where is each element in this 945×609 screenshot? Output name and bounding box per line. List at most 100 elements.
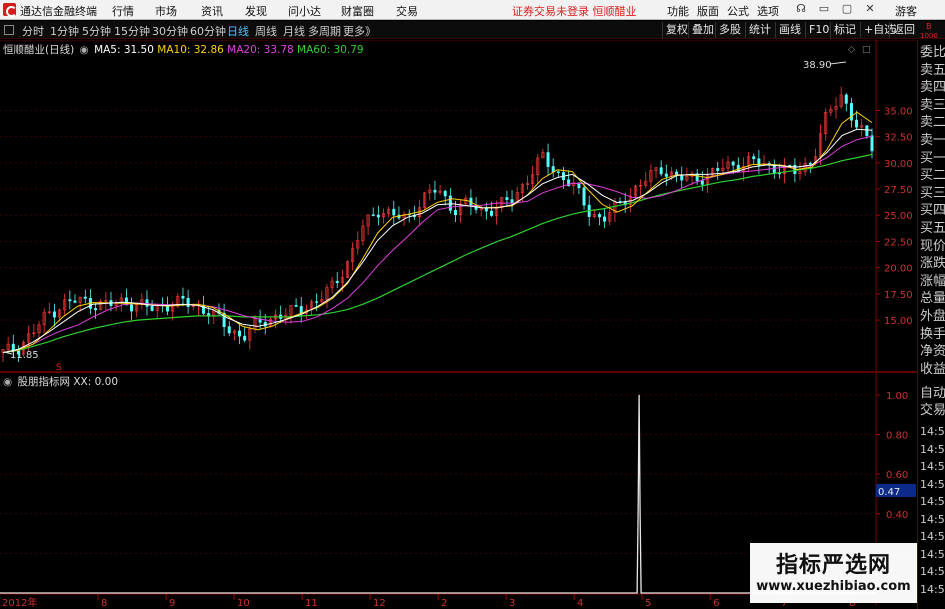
- candle-body: [294, 305, 298, 307]
- main-ytick-label: 17.50: [884, 290, 913, 301]
- main-ytick-label: 15.00: [884, 316, 913, 327]
- candle-body: [376, 214, 380, 218]
- user-label[interactable]: 游客: [895, 3, 917, 19]
- menu-jiaoyi[interactable]: 交易: [396, 3, 418, 19]
- candle-body: [186, 297, 190, 308]
- candle-body: [505, 197, 509, 200]
- settings-dot-icon[interactable]: ◉: [80, 44, 89, 56]
- fuquan-button[interactable]: 复权: [662, 22, 691, 38]
- headset-icon[interactable]: ☊: [794, 2, 808, 16]
- period-5min[interactable]: 5分钟: [82, 23, 111, 39]
- candle-body: [335, 280, 339, 284]
- candle-body: [597, 214, 601, 218]
- period-30min[interactable]: 30分钟: [152, 23, 188, 39]
- indicator-legend: ◉ 股朋指标网 XX: 0.00: [3, 374, 118, 389]
- indicator-title[interactable]: 股朋指标网: [18, 376, 71, 388]
- candle-body: [752, 156, 756, 160]
- side-top-b: B: [926, 22, 932, 31]
- x-tick-label: 11: [305, 598, 318, 609]
- close-icon[interactable]: ✕: [863, 2, 877, 16]
- stock-name[interactable]: 恒顺醋业(日线): [3, 44, 74, 56]
- side-time-6: 14:56: [920, 530, 945, 543]
- period-more[interactable]: 更多》: [343, 23, 376, 39]
- candle-body: [844, 94, 848, 104]
- restore-icon[interactable]: ▢: [840, 2, 854, 16]
- main-ytick-label: 32.50: [884, 133, 913, 144]
- minimize-icon[interactable]: ▭: [817, 2, 831, 16]
- side-label-9: 买四: [920, 203, 945, 219]
- ma10-legend: MA10: 32.86: [157, 44, 224, 56]
- minimize-pane-icon[interactable]: □: [862, 45, 871, 55]
- side-top-1000: 1000: [920, 32, 938, 40]
- candle-body: [238, 330, 242, 337]
- period-60min[interactable]: 60分钟: [190, 23, 226, 39]
- menu-faxian[interactable]: 发现: [245, 3, 267, 19]
- kline-chart[interactable]: 38.90 11.85 S ◇ □ 35.0032.5030.0027.5025…: [0, 40, 917, 609]
- menu-xuanxiang[interactable]: 选项: [757, 3, 779, 19]
- candle-body: [582, 187, 586, 206]
- candle-body: [680, 174, 684, 181]
- main-ytick-label: 20.00: [884, 264, 913, 275]
- back-button[interactable]: 返回: [889, 22, 918, 38]
- menu-gongneng[interactable]: 功能: [667, 3, 689, 19]
- high-price-label: 38.90: [803, 60, 832, 71]
- period-monthly[interactable]: 月线: [283, 23, 305, 39]
- menu-gongshi[interactable]: 公式: [727, 3, 749, 19]
- x-tick-label: 6: [713, 598, 719, 609]
- candle-body: [870, 135, 874, 152]
- candle-body: [94, 308, 98, 311]
- duogu-button[interactable]: 多股: [715, 22, 744, 38]
- period-daily[interactable]: 日线: [227, 23, 249, 39]
- period-15min[interactable]: 15分钟: [114, 23, 150, 39]
- indicator-ytick-label: 0.80: [886, 431, 908, 442]
- menu-caifuquan[interactable]: 财富圈: [341, 3, 374, 19]
- biaoji-button[interactable]: 标记: [830, 22, 859, 38]
- side-time-5: 14:56: [920, 512, 945, 526]
- huaxian-button[interactable]: 画线: [775, 22, 804, 38]
- x-tick-label: 2: [441, 598, 447, 609]
- current-value-text: 0.47: [878, 487, 900, 498]
- side-label-14: 总量: [920, 291, 945, 307]
- indicator-ytick-label: 0.60: [886, 470, 908, 481]
- expand-icon[interactable]: ◇: [848, 45, 855, 55]
- candle-body: [443, 190, 447, 197]
- ma20-legend: MA20: 33.78: [227, 44, 294, 56]
- auto-trade-label-1[interactable]: 自动: [920, 385, 945, 402]
- indicator-dot-icon[interactable]: ◉: [3, 376, 12, 388]
- candle-body: [130, 304, 134, 312]
- quote-side-panel: B 1000 委比 卖五 卖四 卖三 卖二 卖一 买一 买二 买三 买四 买五 现价 涨跌 涨幅 总量 外盘换…: [917, 22, 945, 609]
- side-label-3: 卖三: [920, 97, 945, 113]
- menu-shichang[interactable]: 市场: [155, 3, 177, 19]
- main-ytick-label: 35.00: [884, 106, 913, 117]
- stock-legend: 恒顺醋业(日线) ◉ MA5: 31.50 MA10: 32.86 MA20: …: [3, 42, 364, 57]
- login-notice[interactable]: 证券交易未登录 恒顺醋业: [512, 3, 637, 19]
- candle-body: [865, 125, 869, 136]
- f10-button[interactable]: F10: [805, 22, 832, 38]
- candle-body: [849, 103, 853, 121]
- auto-trade-label-2[interactable]: 交易: [920, 402, 945, 419]
- period-multi[interactable]: 多周期: [308, 23, 341, 39]
- menu-banmian[interactable]: 版面: [697, 3, 719, 19]
- menu-wenxiaoda[interactable]: 问小达: [288, 3, 321, 19]
- side-time-7: 14:56: [920, 547, 945, 561]
- diejia-button[interactable]: 叠加: [688, 22, 717, 38]
- period-weekly[interactable]: 周线: [255, 23, 277, 39]
- side-label-12: 涨跌: [920, 256, 945, 272]
- ma10-line: [2, 111, 873, 354]
- candle-body: [448, 195, 452, 211]
- side-time-3: 14:56: [920, 477, 945, 491]
- watermark-name: 指标严选网: [775, 553, 891, 578]
- indicator-grid: [0, 394, 876, 554]
- app-logo-icon: [3, 3, 17, 17]
- candle-body: [227, 326, 231, 334]
- tongji-button[interactable]: 统计: [745, 22, 774, 38]
- period-fenshi[interactable]: 分时: [22, 23, 44, 39]
- side-label-17: 净资: [920, 344, 945, 360]
- period-1min[interactable]: 1分钟: [50, 23, 79, 39]
- candle-body: [52, 311, 56, 318]
- candle-body: [68, 299, 72, 302]
- candle-body: [453, 210, 457, 216]
- menu-hangqing[interactable]: 行情: [112, 3, 134, 19]
- menu-zixun[interactable]: 资讯: [201, 3, 223, 19]
- panel-toggle-icon[interactable]: [4, 25, 14, 35]
